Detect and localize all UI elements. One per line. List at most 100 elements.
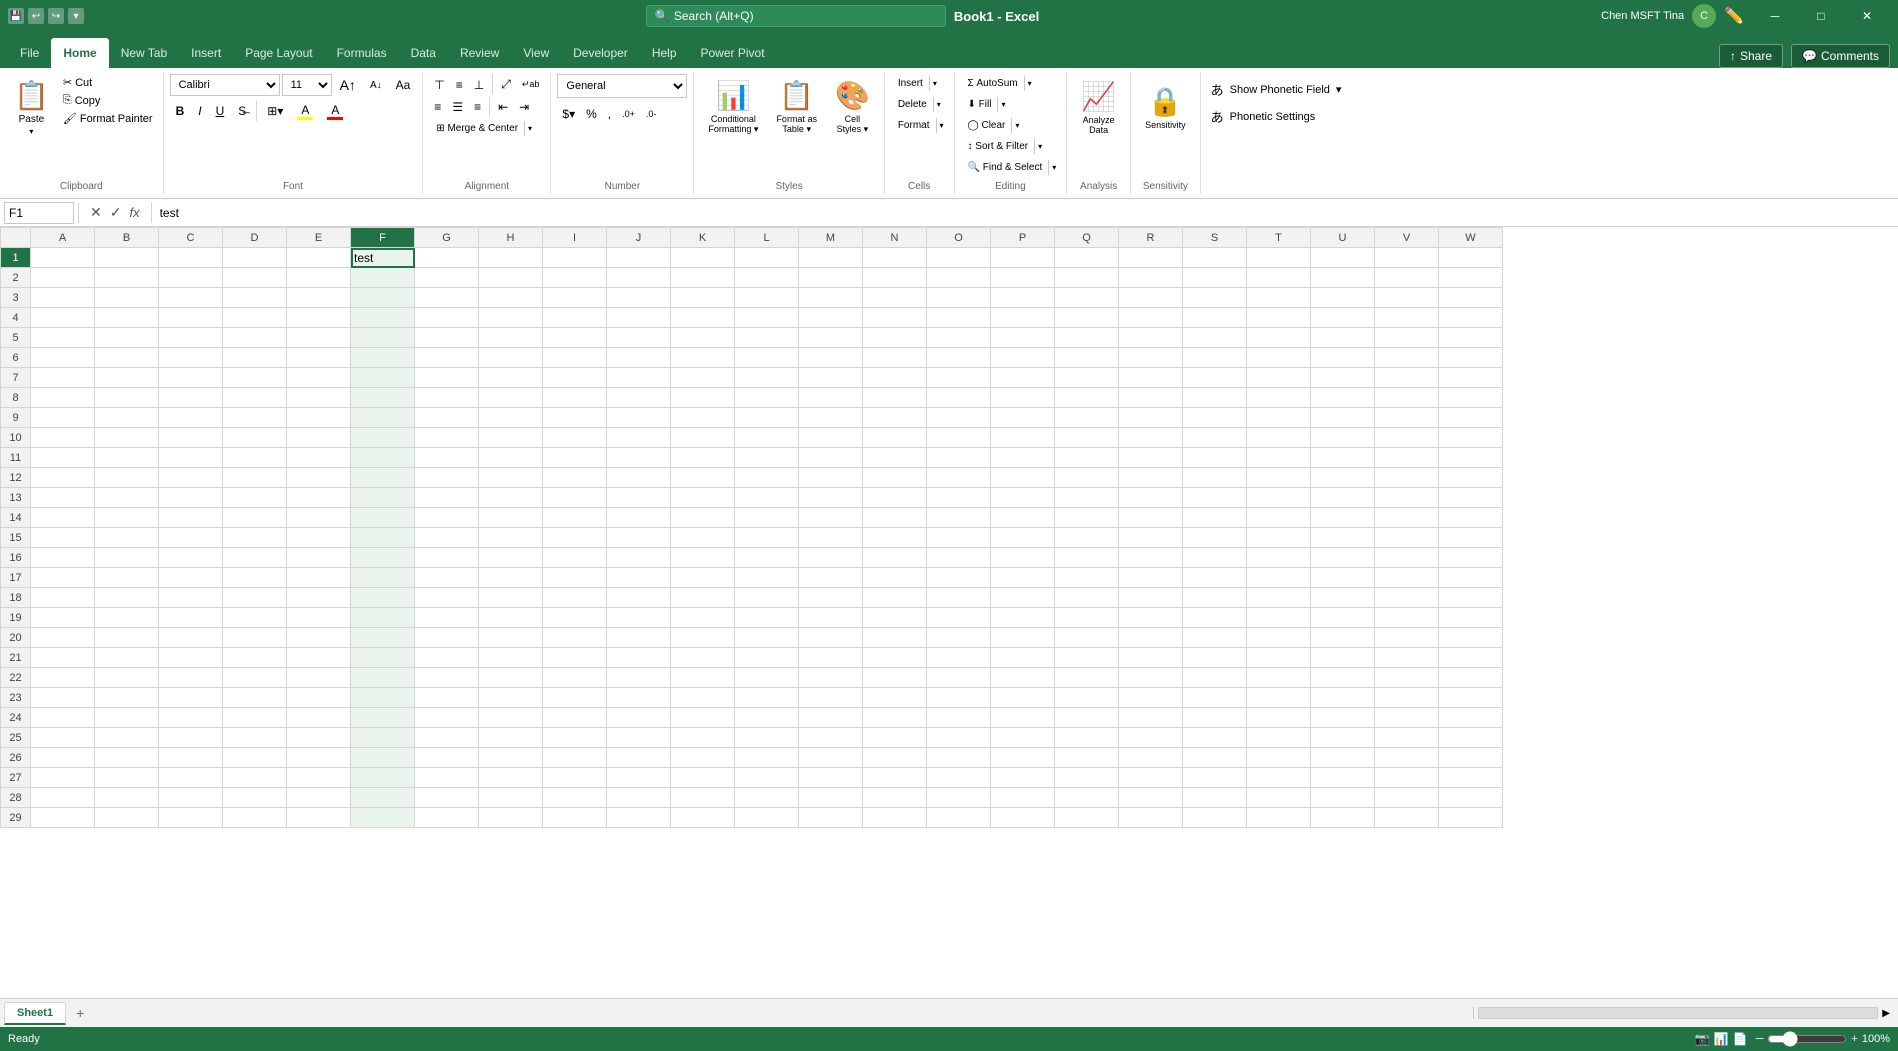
cell-F17[interactable] — [351, 568, 415, 588]
cell-P18[interactable] — [991, 588, 1055, 608]
cell-P27[interactable] — [991, 768, 1055, 788]
cell-P1[interactable] — [991, 248, 1055, 268]
cell-I4[interactable] — [543, 308, 607, 328]
autosum-button[interactable]: Σ AutoSum ▾ — [961, 74, 1036, 93]
cell-T10[interactable] — [1247, 428, 1311, 448]
cell-B2[interactable] — [95, 268, 159, 288]
row-num-21[interactable]: 21 — [1, 648, 31, 668]
cell-D16[interactable] — [223, 548, 287, 568]
cell-H26[interactable] — [479, 748, 543, 768]
cell-J14[interactable] — [607, 508, 671, 528]
cell-W26[interactable] — [1439, 748, 1503, 768]
cell-L13[interactable] — [735, 488, 799, 508]
bold-button[interactable]: B — [170, 100, 191, 122]
row-num-29[interactable]: 29 — [1, 808, 31, 828]
cell-R26[interactable] — [1119, 748, 1183, 768]
cell-M5[interactable] — [799, 328, 863, 348]
cell-B28[interactable] — [95, 788, 159, 808]
cell-K17[interactable] — [671, 568, 735, 588]
wrap-text-button[interactable]: ↵ab — [517, 74, 545, 95]
cell-T22[interactable] — [1247, 668, 1311, 688]
tab-data[interactable]: Data — [399, 38, 448, 68]
col-header-Q[interactable]: Q — [1055, 228, 1119, 248]
cell-K1[interactable] — [671, 248, 735, 268]
cell-B10[interactable] — [95, 428, 159, 448]
cell-S12[interactable] — [1183, 468, 1247, 488]
sensitivity-button[interactable]: 🔒 Sensitivity — [1137, 74, 1194, 140]
col-header-P[interactable]: P — [991, 228, 1055, 248]
cell-U5[interactable] — [1311, 328, 1375, 348]
decrease-decimal-button[interactable]: .0- — [641, 104, 662, 124]
cell-T12[interactable] — [1247, 468, 1311, 488]
cell-U10[interactable] — [1311, 428, 1375, 448]
align-center-button[interactable]: ☰ — [447, 97, 468, 117]
cell-A10[interactable] — [31, 428, 95, 448]
cell-C13[interactable] — [159, 488, 223, 508]
cell-R11[interactable] — [1119, 448, 1183, 468]
row-num-2[interactable]: 2 — [1, 268, 31, 288]
col-header-O[interactable]: O — [927, 228, 991, 248]
cell-W28[interactable] — [1439, 788, 1503, 808]
cell-E15[interactable] — [287, 528, 351, 548]
cell-Q19[interactable] — [1055, 608, 1119, 628]
cell-O22[interactable] — [927, 668, 991, 688]
cell-K4[interactable] — [671, 308, 735, 328]
middle-align-button[interactable]: ≡ — [451, 74, 468, 95]
cell-T19[interactable] — [1247, 608, 1311, 628]
cell-N1[interactable] — [863, 248, 927, 268]
cell-B9[interactable] — [95, 408, 159, 428]
cell-O26[interactable] — [927, 748, 991, 768]
cell-U19[interactable] — [1311, 608, 1375, 628]
cell-C20[interactable] — [159, 628, 223, 648]
cell-P10[interactable] — [991, 428, 1055, 448]
cell-W3[interactable] — [1439, 288, 1503, 308]
cell-I25[interactable] — [543, 728, 607, 748]
cell-P4[interactable] — [991, 308, 1055, 328]
cell-I15[interactable] — [543, 528, 607, 548]
cell-T21[interactable] — [1247, 648, 1311, 668]
cell-S25[interactable] — [1183, 728, 1247, 748]
cell-V16[interactable] — [1375, 548, 1439, 568]
cell-D20[interactable] — [223, 628, 287, 648]
cell-H3[interactable] — [479, 288, 543, 308]
cell-D29[interactable] — [223, 808, 287, 828]
cell-C28[interactable] — [159, 788, 223, 808]
cell-T18[interactable] — [1247, 588, 1311, 608]
cell-G14[interactable] — [415, 508, 479, 528]
cell-P21[interactable] — [991, 648, 1055, 668]
cell-M4[interactable] — [799, 308, 863, 328]
cell-M6[interactable] — [799, 348, 863, 368]
cell-H29[interactable] — [479, 808, 543, 828]
cell-U22[interactable] — [1311, 668, 1375, 688]
cell-V12[interactable] — [1375, 468, 1439, 488]
cell-P25[interactable] — [991, 728, 1055, 748]
cell-Q21[interactable] — [1055, 648, 1119, 668]
cell-L16[interactable] — [735, 548, 799, 568]
formula-input[interactable] — [156, 202, 1894, 224]
cell-I17[interactable] — [543, 568, 607, 588]
cell-H27[interactable] — [479, 768, 543, 788]
cell-S26[interactable] — [1183, 748, 1247, 768]
font-name-select[interactable]: Calibri — [170, 74, 280, 96]
cell-R6[interactable] — [1119, 348, 1183, 368]
cell-U2[interactable] — [1311, 268, 1375, 288]
cell-R28[interactable] — [1119, 788, 1183, 808]
cell-U27[interactable] — [1311, 768, 1375, 788]
undo-icon[interactable]: ↩ — [28, 8, 44, 24]
cell-P28[interactable] — [991, 788, 1055, 808]
cell-W23[interactable] — [1439, 688, 1503, 708]
cell-V24[interactable] — [1375, 708, 1439, 728]
cell-P8[interactable] — [991, 388, 1055, 408]
share-button[interactable]: ↑ Share — [1719, 44, 1783, 68]
col-header-B[interactable]: B — [95, 228, 159, 248]
cell-A7[interactable] — [31, 368, 95, 388]
cell-G12[interactable] — [415, 468, 479, 488]
zoom-slider[interactable] — [1767, 1031, 1847, 1047]
cell-Q1[interactable] — [1055, 248, 1119, 268]
cell-J22[interactable] — [607, 668, 671, 688]
cell-T23[interactable] — [1247, 688, 1311, 708]
cell-U17[interactable] — [1311, 568, 1375, 588]
cell-U20[interactable] — [1311, 628, 1375, 648]
cell-V23[interactable] — [1375, 688, 1439, 708]
cell-Q15[interactable] — [1055, 528, 1119, 548]
